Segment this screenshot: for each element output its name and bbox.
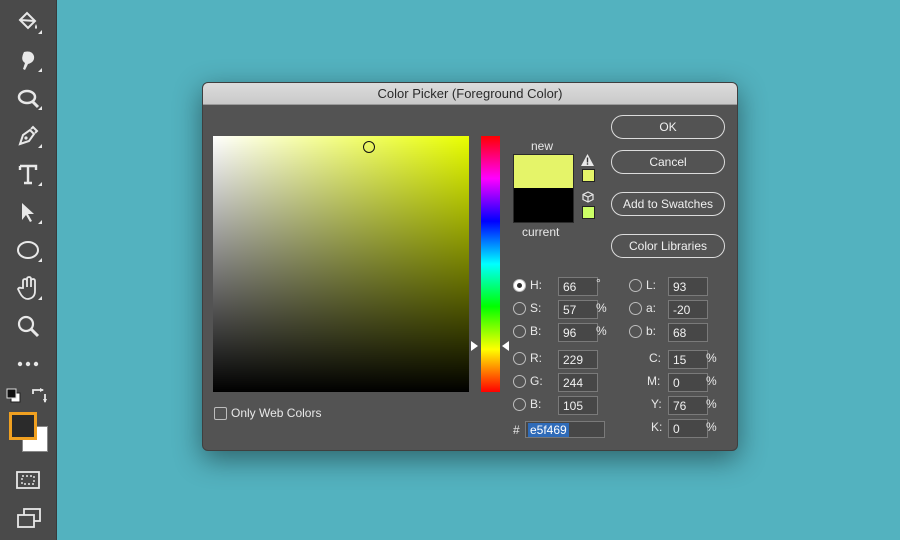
red-input[interactable]	[558, 350, 598, 369]
magnifier-icon	[17, 315, 40, 338]
hex-input[interactable]: e5f469	[525, 421, 605, 438]
lab-a-radio[interactable]	[629, 302, 642, 315]
tools-panel	[0, 0, 57, 540]
blue-input[interactable]	[558, 396, 598, 415]
lab-l-radio[interactable]	[629, 279, 642, 292]
saturation-unit: %	[596, 301, 607, 315]
arrow-pointer-icon	[22, 203, 34, 222]
hue-unit: °	[596, 276, 601, 290]
gamut-warning-swatch[interactable]	[582, 169, 595, 182]
type-tool[interactable]	[8, 158, 48, 190]
out-of-gamut-warning-icon[interactable]	[581, 154, 594, 166]
dodge-icon	[17, 89, 40, 109]
ok-button[interactable]: OK	[611, 115, 725, 139]
color-field-marker[interactable]	[363, 141, 375, 153]
smudge-icon	[22, 51, 35, 70]
web-safe-swatch[interactable]	[582, 206, 595, 219]
green-label: G:	[530, 374, 543, 388]
saturation-input[interactable]	[558, 300, 598, 319]
swap-colors-button[interactable]	[30, 388, 48, 404]
smudge-tool[interactable]	[8, 44, 48, 76]
lab-a-input[interactable]	[668, 300, 708, 319]
pen-tool[interactable]	[8, 120, 48, 152]
hue-label: H:	[530, 278, 542, 292]
magenta-label: M:	[647, 374, 661, 388]
hex-label: #	[513, 423, 520, 437]
type-icon	[18, 164, 38, 185]
green-input[interactable]	[558, 373, 598, 392]
hue-slider[interactable]	[481, 136, 500, 392]
green-radio[interactable]	[513, 375, 526, 388]
saturation-brightness-field[interactable]	[213, 136, 469, 392]
brightness-unit: %	[596, 324, 607, 338]
lab-b-label: b:	[646, 324, 657, 338]
screen-mode-button[interactable]	[8, 502, 48, 534]
hue-slider-right-arrow[interactable]	[502, 341, 509, 351]
brightness-label: B:	[530, 324, 542, 338]
ellipse-tool[interactable]	[8, 234, 48, 266]
only-web-colors-checkbox[interactable]	[214, 407, 227, 420]
red-label: R:	[530, 351, 542, 365]
new-color-preview	[513, 154, 574, 189]
hue-slider-left-arrow[interactable]	[471, 341, 478, 351]
lab-b-input[interactable]	[668, 323, 708, 342]
default-colors-icon	[6, 388, 21, 403]
lab-b-radio[interactable]	[629, 325, 642, 338]
paint-bucket-tool[interactable]	[8, 6, 48, 38]
yellow-unit: %	[706, 397, 717, 411]
saturation-label: S:	[530, 301, 542, 315]
black-input[interactable]	[668, 419, 708, 438]
hand-icon	[16, 276, 36, 300]
hand-tool[interactable]	[8, 272, 48, 304]
screen-mode-icon	[17, 508, 41, 528]
hue-radio[interactable]	[513, 279, 526, 292]
yellow-input[interactable]	[668, 396, 708, 415]
black-unit: %	[706, 420, 717, 434]
swap-arrows-icon	[32, 388, 47, 403]
color-libraries-button[interactable]: Color Libraries	[611, 234, 725, 258]
quick-mask-button[interactable]	[8, 464, 48, 496]
current-color-label: current	[522, 225, 560, 239]
cancel-button[interactable]: Cancel	[611, 150, 725, 174]
brightness-radio[interactable]	[513, 325, 526, 338]
more-tools[interactable]	[8, 348, 48, 380]
lab-l-input[interactable]	[668, 277, 708, 296]
pen-icon	[18, 125, 39, 146]
new-color-label: new	[531, 139, 554, 153]
path-selection-tool[interactable]	[8, 196, 48, 228]
quick-mask-icon	[16, 471, 40, 489]
saturation-radio[interactable]	[513, 302, 526, 315]
blue-radio[interactable]	[513, 398, 526, 411]
default-colors-button[interactable]	[6, 388, 22, 404]
cyan-input[interactable]	[668, 350, 708, 369]
yellow-label: Y:	[651, 397, 662, 411]
red-radio[interactable]	[513, 352, 526, 365]
add-to-swatches-button[interactable]: Add to Swatches	[611, 192, 725, 216]
lab-l-label: L:	[646, 278, 657, 292]
only-web-colors-label[interactable]: Only Web Colors	[231, 406, 321, 420]
ellipsis-icon	[17, 361, 39, 367]
lab-a-label: a:	[646, 301, 657, 315]
foreground-color-swatch[interactable]	[9, 412, 37, 440]
magenta-unit: %	[706, 374, 717, 388]
brightness-input[interactable]	[558, 323, 598, 342]
magenta-input[interactable]	[668, 373, 708, 392]
ellipse-icon	[17, 241, 39, 259]
cyan-label: C:	[649, 351, 661, 365]
hue-input[interactable]	[558, 277, 598, 296]
color-picker-dialog: Color Picker (Foreground Color) new curr…	[202, 82, 738, 451]
current-color-preview[interactable]	[513, 188, 574, 223]
paint-bucket-icon	[18, 11, 37, 30]
cyan-unit: %	[706, 351, 717, 365]
blue-label: B:	[530, 397, 542, 411]
hex-value-selected: e5f469	[528, 423, 569, 437]
dodge-tool[interactable]	[8, 82, 48, 114]
web-safe-cube-icon[interactable]	[582, 191, 594, 203]
dialog-title: Color Picker (Foreground Color)	[203, 83, 737, 105]
zoom-tool[interactable]	[8, 310, 48, 342]
black-label: K:	[651, 420, 663, 434]
